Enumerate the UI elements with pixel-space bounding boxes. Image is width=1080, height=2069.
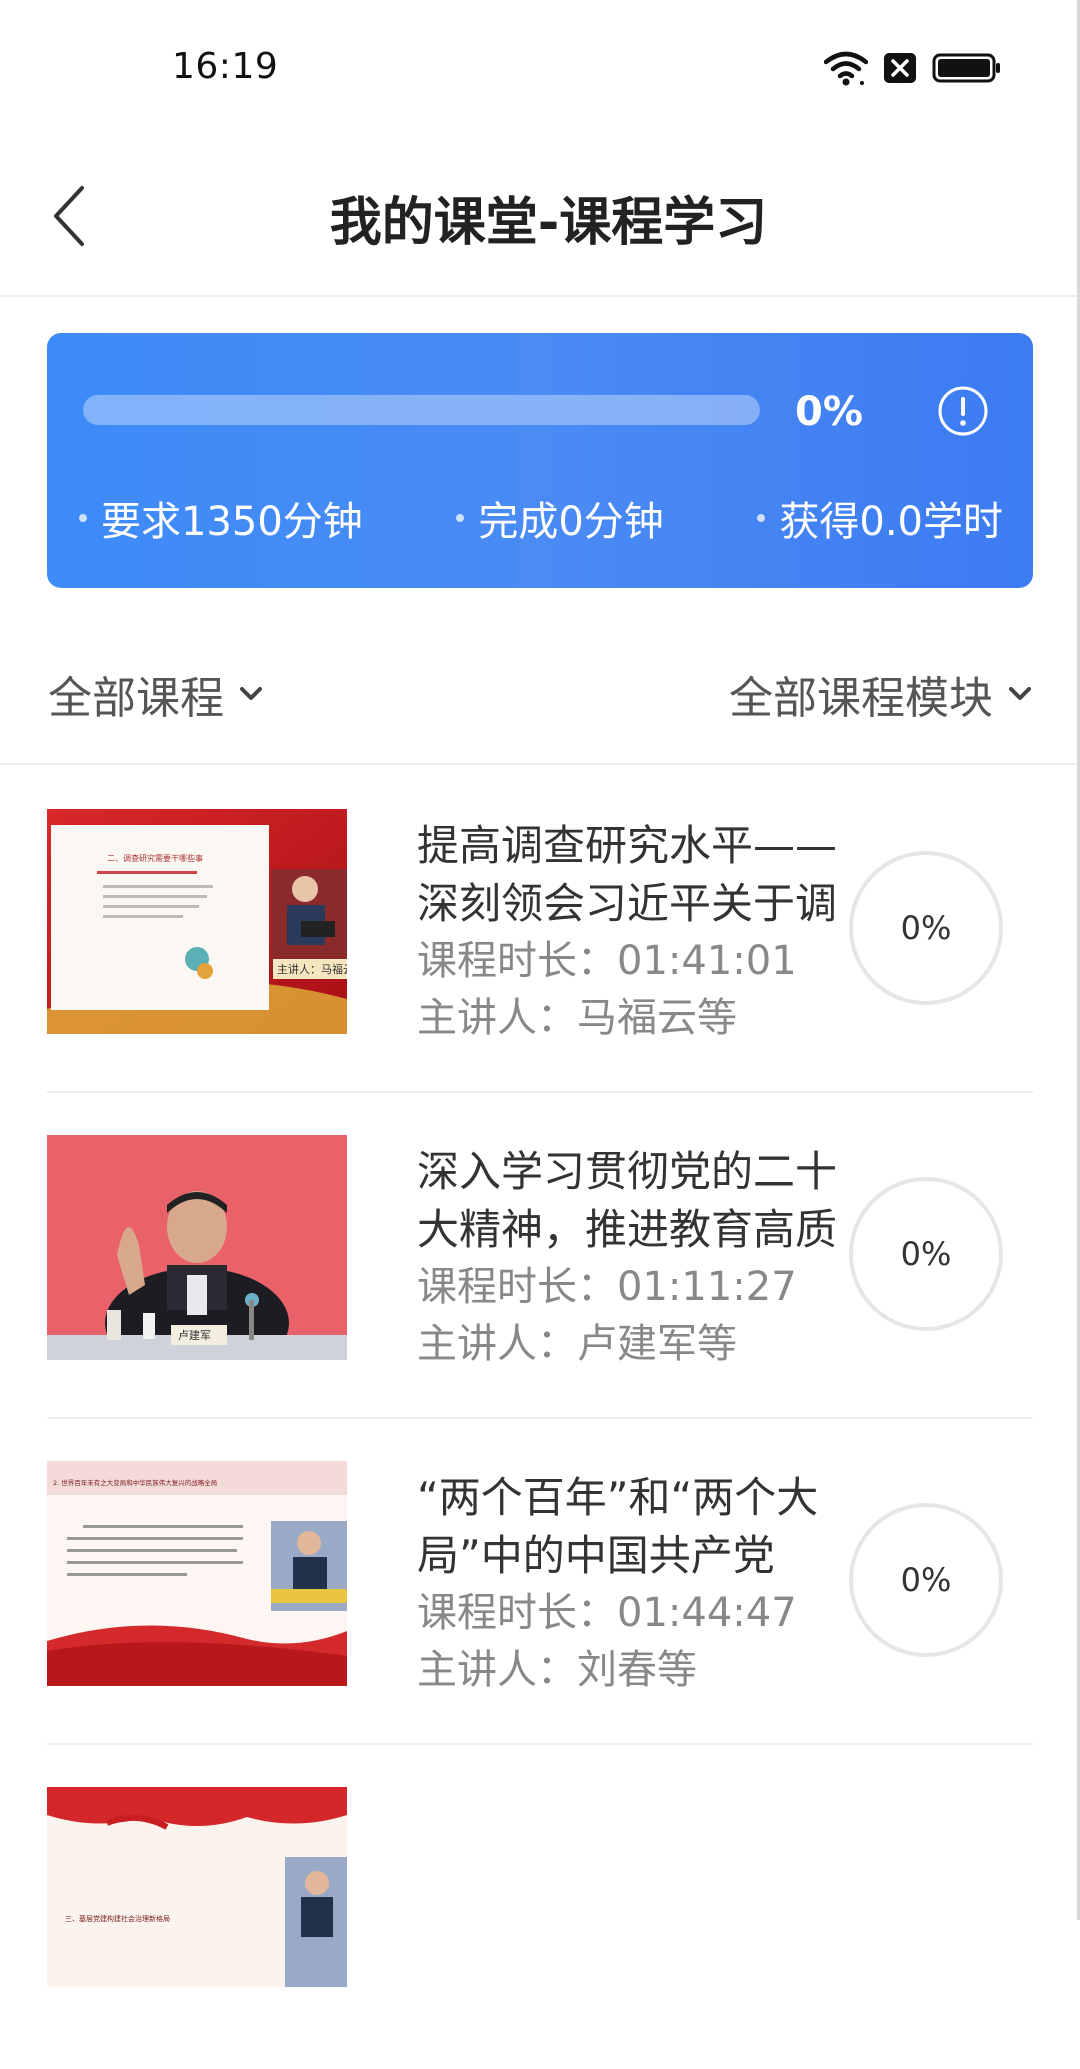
learning-progress-card: 0% 要求1350分钟 完成0分钟 获得0.0学时 (47, 333, 1033, 588)
course-progress-label: 0% (900, 1561, 952, 1599)
wifi-icon (824, 51, 868, 86)
course-item[interactable]: 二、调查研究需要干哪些事 主讲人：马福云 提高调查研究水平——深刻领会习近平关于… (47, 765, 1033, 1093)
filter-bar: 全部课程 全部课程模块 (0, 620, 1077, 765)
stat-required: 要求1350分钟 (79, 489, 363, 547)
status-icons (824, 48, 1002, 88)
chevron-down-icon (1009, 687, 1031, 700)
course-title: “两个百年”和“两个大局”中的中国共产党 (417, 1473, 819, 1580)
course-duration: 课程时长：01:11:27 (417, 1264, 797, 1310)
progress-bar (83, 395, 760, 425)
course-duration: 课程时长：01:41:01 (417, 938, 797, 984)
thumb2-nameplate: 卢建军 (178, 1328, 211, 1342)
battery-icon (932, 53, 1000, 83)
course-speaker: 主讲人：马福云等 (417, 995, 737, 1041)
course-thumbnail: 二、调查研究需要干哪些事 主讲人：马福云 (47, 809, 347, 1034)
status-bar: 16:19 (0, 0, 1080, 140)
course-thumbnail: 卢建军 (47, 1135, 347, 1360)
course-speaker: 主讲人：刘春等 (417, 1647, 697, 1693)
thumb4-slide-title: 三、基层党建构建社会治理新格局 (65, 1914, 170, 1923)
course-item[interactable]: 卢建军 深入学习贯彻党的二十大精神，推进教育高质量发展 课程时长：01:11:2… (47, 1091, 1033, 1419)
course-info: 提高调查研究水平——深刻领会习近平关于调查研究的重要论述 课程时长：01:41:… (417, 817, 837, 1047)
thumb1-slide-title: 二、调查研究需要干哪些事 (107, 853, 203, 863)
course-progress-ring: 0% (849, 1177, 1003, 1331)
course-speaker: 主讲人：卢建军等 (417, 1321, 737, 1367)
sim-off-icon (884, 53, 916, 83)
course-thumbnail: 三、基层党建构建社会治理新格局 (47, 1787, 347, 1987)
course-progress-ring: 0% (849, 1503, 1003, 1657)
status-time: 16:19 (172, 46, 279, 87)
course-title: 深入学习贯彻党的二十大精神，推进教育高质量发展 (417, 1147, 837, 1254)
stat-earned: 获得0.0学时 (757, 489, 1003, 547)
course-module-dropdown[interactable]: 全部课程模块 (729, 662, 1033, 726)
course-info: “两个百年”和“两个大局”中的中国共产党 课程时长：01:44:47 主讲人：刘… (417, 1469, 837, 1699)
course-item[interactable]: 2. 世界百年未有之大变局和中华民族伟大复兴的战略全局 “两个百年”和“两个大局… (47, 1417, 1033, 1745)
stat-completed: 完成0分钟 (456, 489, 664, 547)
course-category-dropdown[interactable]: 全部课程 (48, 662, 264, 726)
chevron-down-icon (240, 687, 262, 700)
nav-header: 我的课堂-课程学习 (0, 140, 1077, 297)
course-title: 提高调查研究水平——深刻领会习近平关于调查研究的重要论述 (417, 821, 837, 928)
course-thumbnail: 2. 世界百年未有之大变局和中华民族伟大复兴的战略全局 (47, 1461, 347, 1686)
course-module-label: 全部课程模块 (729, 673, 993, 724)
course-duration: 课程时长：01:44:47 (417, 1590, 797, 1636)
bullet-dot (757, 514, 766, 522)
course-progress-label: 0% (900, 909, 952, 947)
page-title: 我的课堂-课程学习 (329, 193, 768, 253)
progress-stats: 要求1350分钟 完成0分钟 获得0.0学时 (79, 489, 1003, 547)
thumb3-slide-title: 2. 世界百年未有之大变局和中华民族伟大复兴的战略全局 (53, 1478, 217, 1487)
course-progress-ring: 0% (849, 851, 1003, 1005)
course-progress-label: 0% (900, 1235, 952, 1273)
course-category-label: 全部课程 (48, 673, 224, 724)
bullet-dot (79, 514, 87, 522)
stat-earned-label: 获得0.0学时 (779, 499, 1003, 545)
thumb1-caption: 主讲人：马福云 (277, 962, 347, 976)
bullet-dot (456, 514, 465, 522)
course-info: 深入学习贯彻党的二十大精神，推进教育高质量发展 课程时长：01:11:27 主讲… (417, 1143, 837, 1373)
course-item[interactable]: 三、基层党建构建社会治理新格局 (47, 1743, 1033, 2069)
stat-completed-label: 完成0分钟 (478, 499, 664, 545)
info-circle-icon (938, 386, 988, 436)
info-button[interactable] (937, 385, 989, 437)
progress-percent: 0% (795, 389, 863, 435)
stat-required-label: 要求1350分钟 (101, 499, 363, 545)
